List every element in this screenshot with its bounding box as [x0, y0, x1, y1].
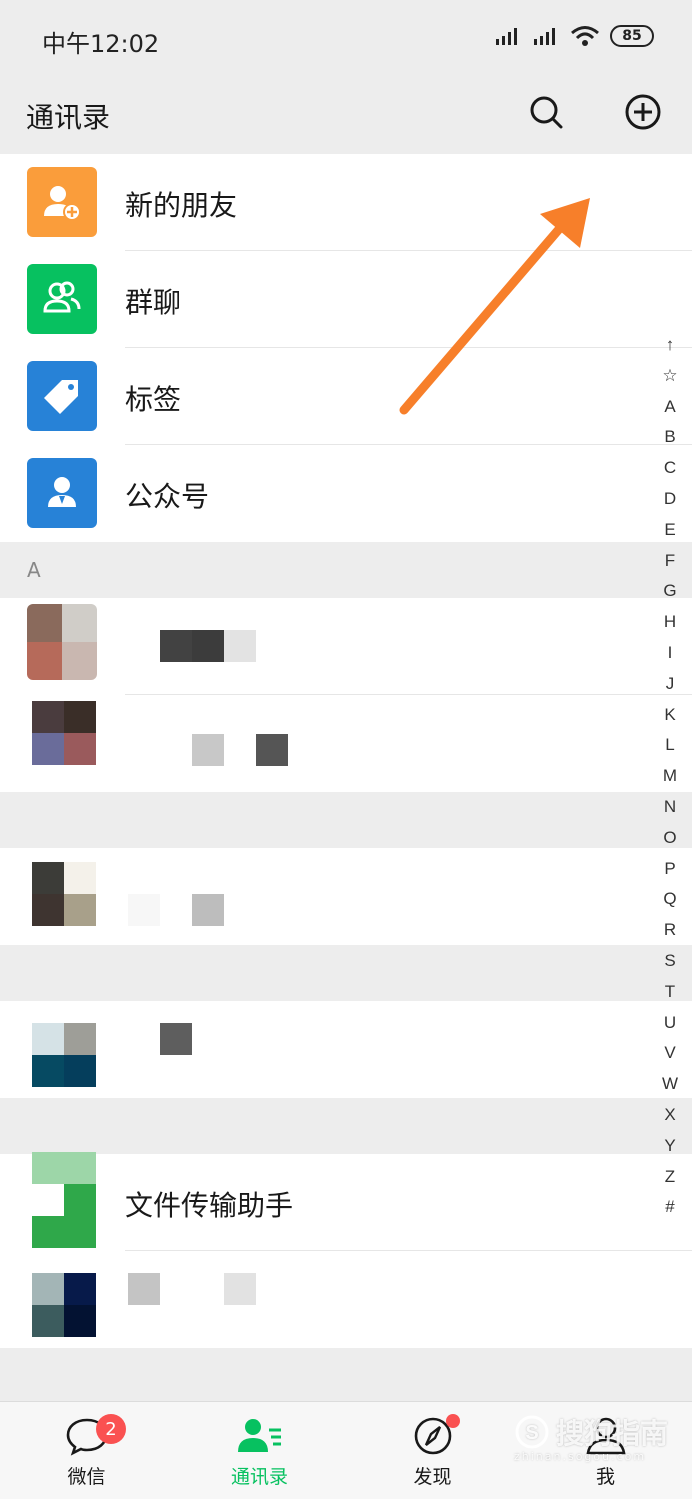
- redacted-name: [160, 1023, 192, 1055]
- file-transfer-row[interactable]: 文件传输助手: [0, 1152, 692, 1251]
- watermark: S 搜狗指南 zhinan.sogou.com: [514, 1412, 668, 1463]
- index-letter[interactable]: Z: [665, 1162, 675, 1193]
- add-friend-icon: [27, 167, 97, 237]
- avatar: [27, 604, 97, 680]
- index-letter[interactable]: C: [664, 453, 676, 484]
- index-letter[interactable]: S: [664, 946, 675, 977]
- file-transfer-icon: [32, 1152, 96, 1248]
- redacted-name: [192, 630, 224, 662]
- section-letter: A: [27, 558, 41, 582]
- status-bar: 中午12:02 85: [0, 0, 692, 78]
- index-letter[interactable]: U: [664, 1008, 676, 1039]
- status-icons: 85: [494, 25, 654, 47]
- index-letter[interactable]: Q: [663, 884, 676, 915]
- section-header-a: A: [0, 542, 692, 598]
- watermark-text: 搜狗指南: [555, 1417, 668, 1450]
- index-letter[interactable]: X: [664, 1100, 675, 1131]
- index-letter[interactable]: A: [664, 392, 675, 423]
- section-gap: [0, 1098, 692, 1154]
- contact-row[interactable]: [0, 848, 692, 945]
- file-transfer-label: 文件传输助手: [125, 1189, 294, 1222]
- index-letter[interactable]: #: [665, 1192, 674, 1223]
- svg-text:S: S: [525, 1422, 538, 1444]
- redacted-name: [128, 894, 160, 926]
- notification-dot: [446, 1414, 460, 1428]
- group-chat-label: 群聊: [125, 286, 182, 319]
- index-letter[interactable]: N: [664, 792, 676, 823]
- index-letter[interactable]: E: [664, 515, 675, 546]
- new-friends-label: 新的朋友: [125, 189, 238, 222]
- contact-row[interactable]: [0, 1251, 692, 1348]
- index-letter[interactable]: F: [665, 546, 675, 577]
- wifi-icon: [571, 26, 599, 46]
- avatar: [32, 1023, 96, 1087]
- status-time: 中午12:02: [42, 30, 160, 58]
- unread-badge: 2: [96, 1414, 126, 1444]
- contact-row[interactable]: [0, 695, 692, 792]
- index-letter[interactable]: L: [665, 730, 674, 761]
- index-letter[interactable]: K: [664, 700, 675, 731]
- title-bar: 通讯录: [0, 78, 692, 154]
- tab-contacts[interactable]: 通讯录: [173, 1402, 346, 1499]
- index-letter[interactable]: Y: [664, 1131, 675, 1162]
- index-letter[interactable]: R: [664, 915, 676, 946]
- alphabet-index[interactable]: ↑ ☆ A B C D E F G H I J K L M N O P Q R S T U V W X Y Z #: [660, 330, 680, 1223]
- index-letter[interactable]: M: [663, 761, 677, 792]
- signal-icon-2: [534, 28, 555, 45]
- redacted-name: [160, 630, 192, 662]
- redacted-name: [128, 1273, 160, 1305]
- redacted-name: [192, 734, 224, 766]
- battery-indicator: 85: [610, 25, 654, 47]
- tab-label: 微信: [67, 1466, 106, 1488]
- official-accounts-row[interactable]: 公众号: [0, 445, 692, 542]
- index-letter[interactable]: G: [663, 576, 676, 607]
- contact-row[interactable]: [0, 1001, 692, 1098]
- index-letter[interactable]: V: [664, 1038, 675, 1069]
- index-letter[interactable]: H: [664, 607, 676, 638]
- group-chat-icon: [27, 264, 97, 334]
- add-circle-icon[interactable]: [623, 92, 663, 132]
- section-gap: [0, 945, 692, 1001]
- tags-row[interactable]: 标签: [0, 348, 692, 445]
- index-letter[interactable]: ↑: [666, 330, 675, 361]
- index-letter[interactable]: J: [666, 669, 675, 700]
- avatar: [32, 1273, 96, 1337]
- index-letter[interactable]: O: [663, 823, 676, 854]
- tab-discover[interactable]: 发现: [346, 1402, 519, 1499]
- tab-label: 我: [595, 1466, 615, 1488]
- index-letter[interactable]: T: [665, 977, 675, 1008]
- tab-label: 通讯录: [230, 1466, 288, 1488]
- sogou-logo-icon: S: [515, 1415, 549, 1449]
- page-title: 通讯录: [26, 101, 111, 134]
- redacted-name: [224, 630, 256, 662]
- search-icon[interactable]: [526, 92, 566, 132]
- tab-label: 发现: [413, 1466, 452, 1488]
- tag-icon: [27, 361, 97, 431]
- official-accounts-label: 公众号: [125, 480, 210, 513]
- group-chat-row[interactable]: 群聊: [0, 251, 692, 348]
- index-letter[interactable]: I: [668, 638, 673, 669]
- official-account-icon: [27, 458, 97, 528]
- avatar: [32, 862, 96, 926]
- index-letter[interactable]: P: [664, 854, 675, 885]
- new-friends-row[interactable]: 新的朋友: [0, 154, 692, 251]
- avatar: [32, 701, 96, 765]
- contact-row[interactable]: [0, 598, 692, 695]
- index-letter[interactable]: D: [664, 484, 676, 515]
- contacts-icon: [237, 1419, 281, 1452]
- contacts-list: 新的朋友 群聊 标签 公众号 A 文件传输助手: [0, 154, 692, 1348]
- signal-icon: [496, 28, 517, 45]
- section-gap: [0, 792, 692, 848]
- index-letter[interactable]: ☆: [662, 361, 677, 392]
- tags-label: 标签: [125, 383, 182, 416]
- redacted-name: [224, 1273, 256, 1305]
- redacted-name: [256, 734, 288, 766]
- watermark-url: zhinan.sogou.com: [513, 1450, 647, 1463]
- redacted-name: [192, 894, 224, 926]
- index-letter[interactable]: B: [664, 422, 675, 453]
- tab-chats[interactable]: 2 微信: [0, 1402, 173, 1499]
- index-letter[interactable]: W: [662, 1069, 678, 1100]
